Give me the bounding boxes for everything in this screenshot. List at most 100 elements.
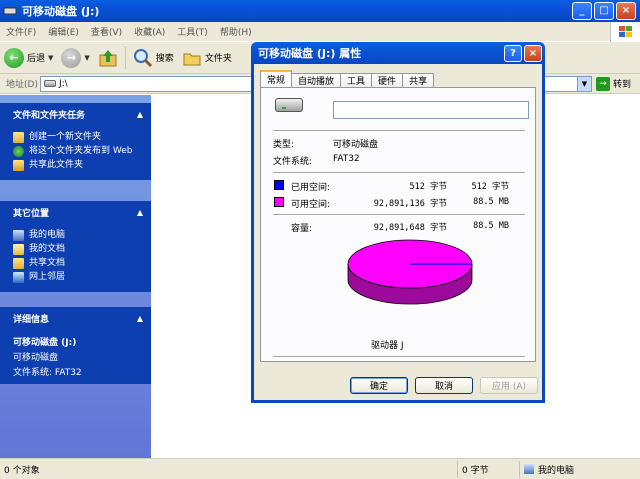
file-tasks-section: 文件和文件夹任务 ▲ 创建一个新文件夹 将这个文件夹发布到 Web 共享此文件夹 [0,103,151,180]
tab-general[interactable]: 常规 [260,70,293,87]
search-icon [133,48,152,67]
status-objects: 0 个对象 [0,460,458,478]
place-my-documents[interactable]: 我的文档 [13,244,151,255]
status-location: 我的电脑 [520,461,638,478]
task-publish-web-label: 将这个文件夹发布到 Web [29,146,133,156]
folder-icon [183,53,201,65]
place-my-documents-label: 我的文档 [29,244,66,254]
details-body: 可移动磁盘 (J:) 可移动磁盘 文件系统: FAT32 [0,329,151,384]
other-places-section: 其它位置 ▲ 我的电脑 我的文档 共享文档 网上邻居 [0,201,151,292]
removable-drive-icon [275,98,303,112]
task-publish-web[interactable]: 将这个文件夹发布到 Web [13,146,151,157]
folders-label: 文件夹 [204,54,232,64]
dialog-titlebar[interactable]: 可移动磁盘 (J:) 属性 ? × [251,42,545,64]
capacity-label: 容量: [291,224,313,234]
back-arrow-icon: ← [4,47,24,68]
help-button[interactable]: ? [504,44,522,62]
chevron-down-icon[interactable]: ▼ [84,54,89,62]
forward-arrow-icon: → [61,47,82,68]
place-my-computer-label: 我的电脑 [29,230,66,240]
divider [273,214,525,216]
chevron-down-icon[interactable]: ▼ [577,76,591,91]
free-space-swatch [274,197,284,207]
details-title: 详细信息 [13,314,50,325]
capacity-bytes: 92,891,648 字节 [373,223,447,233]
back-button[interactable]: ← 后退 ▼ [0,44,57,72]
go-arrow-icon: → [596,76,610,91]
up-folder-icon [99,49,117,66]
file-tasks-header[interactable]: 文件和文件夹任务 ▲ [0,103,151,125]
place-shared-documents[interactable]: 共享文档 [13,258,151,269]
dialog-tabs: 常规 自动播放 工具 硬件 共享 [260,70,435,87]
other-places-body: 我的电脑 我的文档 共享文档 网上邻居 [0,223,151,292]
other-places-header[interactable]: 其它位置 ▲ [0,201,151,223]
chevron-up-icon[interactable]: ▲ [137,314,143,323]
tab-sharing[interactable]: 共享 [402,73,435,87]
place-network-label: 网上邻居 [29,272,66,282]
details-header[interactable]: 详细信息 ▲ [0,307,151,329]
apply-button[interactable]: 应用 (A) [480,377,538,394]
task-pane: 文件和文件夹任务 ▲ 创建一个新文件夹 将这个文件夹发布到 Web 共享此文件夹… [0,95,151,458]
close-button[interactable]: × [616,2,636,20]
drive-letter-label: 驱动器 J [371,341,404,351]
menu-help[interactable]: 帮助(H) [214,25,258,38]
task-share-folder-label: 共享此文件夹 [29,160,84,170]
publish-web-icon [13,146,24,157]
menu-favorites[interactable]: 收藏(A) [128,25,171,38]
forward-button[interactable]: → ▼ [57,44,93,72]
documents-icon [13,244,24,255]
search-button[interactable]: 搜索 [129,44,178,72]
menu-view[interactable]: 查看(V) [85,25,128,38]
chevron-up-icon[interactable]: ▲ [137,208,143,217]
filesystem-value: FAT32 [333,154,360,164]
maximize-button[interactable]: □ [594,2,614,20]
cancel-button[interactable]: 取消 [415,377,473,394]
general-tab-panel: 类型: 可移动磁盘 文件系统: FAT32 已用空间: 512 字节 512 字… [260,87,536,362]
task-new-folder[interactable]: 创建一个新文件夹 [13,132,151,143]
free-space-label: 可用空间: [291,200,331,210]
computer-icon [13,230,24,241]
chevron-down-icon[interactable]: ▼ [48,54,53,62]
menu-file[interactable]: 文件(F) [0,25,42,38]
place-network[interactable]: 网上邻居 [13,272,151,283]
disk-usage-pie [347,239,473,305]
used-space-swatch [274,180,284,190]
volume-label-input[interactable] [333,101,529,119]
type-label: 类型: [273,140,295,150]
task-new-folder-label: 创建一个新文件夹 [29,132,102,142]
details-name: 可移动磁盘 (J:) [13,338,77,348]
menu-edit[interactable]: 编辑(E) [42,25,85,38]
tab-tools[interactable]: 工具 [340,73,373,87]
drive-icon [3,4,17,18]
folders-button[interactable]: 文件夹 [178,44,236,72]
file-tasks-title: 文件和文件夹任务 [13,110,86,121]
other-places-title: 其它位置 [13,208,50,219]
status-size: 0 字节 [458,460,520,478]
search-label: 搜索 [155,54,174,64]
status-bar: 0 个对象 0 字节 我的电脑 [0,458,640,479]
menubar: 文件(F) 编辑(E) 查看(V) 收藏(A) 工具(T) 帮助(H) [0,22,640,42]
capacity-human: 88.5 MB [473,221,509,231]
place-my-computer[interactable]: 我的电脑 [13,230,151,241]
status-location-label: 我的电脑 [538,465,575,476]
free-space-human: 88.5 MB [473,197,509,207]
file-tasks-body: 创建一个新文件夹 将这个文件夹发布到 Web 共享此文件夹 [0,125,151,180]
details-type: 可移动磁盘 [13,353,59,363]
used-space-bytes: 512 字节 [409,182,447,192]
go-button[interactable]: → 转到 [596,76,632,91]
ok-button[interactable]: 确定 [350,377,408,394]
go-label: 转到 [613,80,632,90]
divider [273,356,525,358]
chevron-up-icon[interactable]: ▲ [137,110,143,119]
up-folder-button[interactable] [94,44,122,72]
tab-autoplay[interactable]: 自动播放 [291,73,342,87]
menu-tools[interactable]: 工具(T) [171,25,214,38]
drive-icon [44,80,56,87]
address-label: 地址(D) [6,80,38,90]
dialog-close-button[interactable]: × [524,44,542,62]
task-share-folder[interactable]: 共享此文件夹 [13,160,151,171]
tab-hardware[interactable]: 硬件 [371,73,404,87]
properties-dialog: 可移动磁盘 (J:) 属性 ? × 常规 自动播放 工具 硬件 共享 类型: 可… [251,42,545,403]
window-titlebar[interactable]: 可移动磁盘 (J:) _ □ × [0,0,640,22]
minimize-button[interactable]: _ [572,2,592,20]
